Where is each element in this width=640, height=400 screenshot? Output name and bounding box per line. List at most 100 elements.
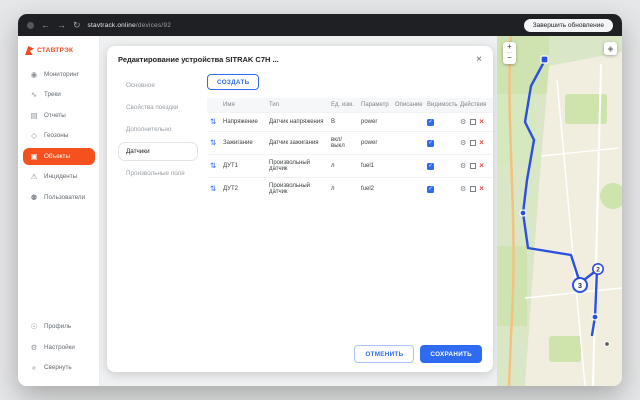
route-point-dot[interactable] xyxy=(592,314,598,320)
cell-type: Датчик зажигания xyxy=(266,132,328,155)
svg-text:3: 3 xyxy=(578,281,582,290)
column-header-description: Описание xyxy=(392,98,424,113)
delete-icon[interactable]: × xyxy=(479,185,484,193)
tab-sensors[interactable]: Датчики xyxy=(118,142,198,161)
tab-trip-properties[interactable]: Свойства поездки xyxy=(118,98,198,117)
drag-handle-icon[interactable]: ⇅ xyxy=(210,184,216,193)
tab-main[interactable]: Основное xyxy=(118,76,198,95)
gear-icon[interactable]: ⚙ xyxy=(460,186,466,193)
delete-icon[interactable]: × xyxy=(479,118,484,126)
delete-icon[interactable]: × xyxy=(479,139,484,147)
sidebar-item-monitoring[interactable]: ◉ Мониторинг xyxy=(23,66,95,84)
table-row: ⇅ Зажигание Датчик зажигания вкл/выкл po… xyxy=(207,132,493,155)
edit-device-modal: Редактирование устройства SITRAK C7H ...… xyxy=(107,46,493,372)
drag-handle-icon[interactable]: ⇅ xyxy=(210,161,216,170)
sidebar-item-label: Свернуть xyxy=(44,364,72,371)
forward-icon[interactable]: → xyxy=(57,21,66,30)
svg-text:2: 2 xyxy=(596,267,600,274)
map-canvas: 2 3 xyxy=(497,36,622,386)
map-layers-button[interactable]: ◈ xyxy=(604,42,617,55)
copy-icon[interactable] xyxy=(470,186,476,192)
collapse-icon: « xyxy=(29,364,39,372)
cell-description xyxy=(392,178,424,201)
zoom-out-button[interactable]: − xyxy=(507,53,512,64)
map[interactable]: 2 3 + − ◈ xyxy=(497,36,622,386)
gear-icon[interactable]: ⚙ xyxy=(460,119,466,126)
map-poi-dot[interactable] xyxy=(605,342,610,347)
reload-icon[interactable]: ↻ xyxy=(73,21,81,30)
drag-handle-icon[interactable]: ⇅ xyxy=(210,138,216,147)
sidebar-item-label: Отчеты xyxy=(44,112,66,119)
visibility-checkbox[interactable]: ✓ xyxy=(427,119,434,126)
sidebar-item-reports[interactable]: ▤ Отчеты xyxy=(23,107,95,125)
column-header-unit: Ед. изм. xyxy=(328,98,358,113)
tab-additional[interactable]: Дополнительно xyxy=(118,120,198,139)
table-header-row: Имя Тип Ед. изм. Параметр Описание Видим… xyxy=(207,98,493,113)
sidebar-item-objects[interactable]: ▣ Объекты xyxy=(23,148,95,166)
copy-icon[interactable] xyxy=(470,140,476,146)
column-header-type: Тип xyxy=(266,98,328,113)
visibility-checkbox[interactable]: ✓ xyxy=(427,186,434,193)
visibility-checkbox[interactable]: ✓ xyxy=(427,140,434,147)
route-start-marker[interactable] xyxy=(541,56,548,63)
monitoring-icon: ◉ xyxy=(29,71,39,79)
delete-icon[interactable]: × xyxy=(479,162,484,170)
cell-description xyxy=(392,113,424,132)
visibility-checkbox[interactable]: ✓ xyxy=(427,163,434,170)
address-bar[interactable]: stavtrack.online/devices/92 xyxy=(88,22,171,29)
gear-icon[interactable]: ⚙ xyxy=(460,163,466,170)
sidebar-item-label: Профиль xyxy=(44,323,71,330)
url-path: /devices/92 xyxy=(136,22,171,29)
route-point-dot[interactable] xyxy=(520,210,526,216)
cell-name: ДУТ1 xyxy=(220,155,266,178)
map-marker-cluster-3[interactable]: 3 xyxy=(573,278,587,292)
drag-handle-icon[interactable]: ⇅ xyxy=(210,117,216,126)
sidebar-item-label: Пользователи xyxy=(44,194,85,201)
modal-title: Редактирование устройства SITRAK C7H ... xyxy=(118,55,279,64)
sidebar-item-settings[interactable]: ⚙ Настройки xyxy=(23,339,95,357)
logo-icon xyxy=(25,46,34,55)
sidebar-item-label: Настройки xyxy=(44,344,75,351)
window-control-dot[interactable] xyxy=(27,22,34,29)
sidebar-item-label: Инциденты xyxy=(44,173,77,180)
row-actions: ⚙ × xyxy=(460,185,490,193)
users-icon: ⚉ xyxy=(29,194,39,202)
copy-icon[interactable] xyxy=(470,163,476,169)
copy-icon[interactable] xyxy=(470,119,476,125)
cancel-button[interactable]: ОТМЕНИТЬ xyxy=(354,345,414,363)
column-header-name: Имя xyxy=(220,98,266,113)
map-marker-2[interactable]: 2 xyxy=(593,264,603,274)
cell-param: power xyxy=(358,113,392,132)
cell-description xyxy=(392,155,424,178)
sidebar-item-users[interactable]: ⚉ Пользователи xyxy=(23,189,95,207)
modal-header: Редактирование устройства SITRAK C7H ...… xyxy=(118,55,482,65)
create-button[interactable]: СОЗДАТЬ xyxy=(207,74,259,90)
sidebar-item-incidents[interactable]: ⚠ Инциденты xyxy=(23,168,95,186)
cell-unit: л xyxy=(328,178,358,201)
sidebar-item-collapse[interactable]: « Свернуть xyxy=(23,359,95,377)
modal-tabs: Основное Свойства поездки Дополнительно … xyxy=(118,74,198,337)
cell-description xyxy=(392,132,424,155)
logo-text: СТАВТРЭК xyxy=(37,47,73,54)
incidents-icon: ⚠ xyxy=(29,173,39,181)
sidebar-item-profile[interactable]: ☉ Профиль xyxy=(23,318,95,336)
column-header-drag xyxy=(207,98,220,113)
finish-update-button[interactable]: Завершить обновление xyxy=(524,19,613,32)
save-button[interactable]: СОХРАНИТЬ xyxy=(420,345,482,363)
cell-unit: В xyxy=(328,113,358,132)
tab-custom-fields[interactable]: Произвольные поля xyxy=(118,164,198,183)
geozones-icon: ◇ xyxy=(29,132,39,140)
logo[interactable]: СТАВТРЭК xyxy=(18,43,100,64)
sidebar-item-geozones[interactable]: ◇ Геозоны xyxy=(23,127,95,145)
row-actions: ⚙ × xyxy=(460,118,490,126)
sidebar-item-tracks[interactable]: ∿ Треки xyxy=(23,86,95,104)
back-icon[interactable]: ← xyxy=(41,21,50,30)
column-header-actions: Действия xyxy=(457,98,493,113)
close-icon[interactable]: × xyxy=(476,55,482,65)
cell-unit: вкл/выкл xyxy=(328,132,358,155)
cell-name: ДУТ2 xyxy=(220,178,266,201)
zoom-in-button[interactable]: + xyxy=(507,42,512,53)
row-actions: ⚙ × xyxy=(460,139,490,147)
gear-icon[interactable]: ⚙ xyxy=(460,140,466,147)
sidebar-item-label: Мониторинг xyxy=(44,71,79,78)
